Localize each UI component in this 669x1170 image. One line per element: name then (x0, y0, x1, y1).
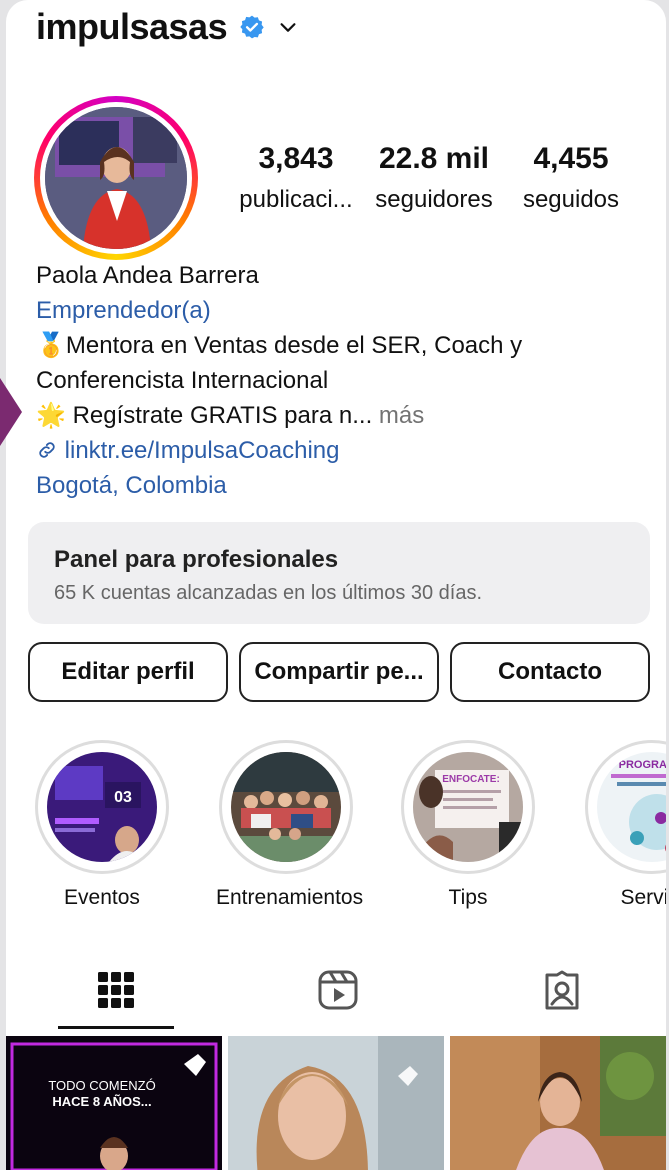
posts-stat[interactable]: 3,843 publicaci... (230, 142, 362, 214)
category-label: Emprendedor(a) (36, 297, 211, 324)
post-thumbnail[interactable]: TODO COMENZÓ HACE 8 AÑOS... (6, 1036, 222, 1170)
panel-subtitle: 65 K cuentas alcanzadas en los últimos 3… (54, 582, 483, 604)
followers-stat[interactable]: 22.8 mil seguidores (362, 142, 506, 214)
highlight-label: Eventos (64, 886, 140, 909)
side-arrow-marker (0, 378, 22, 446)
highlight-servicios[interactable]: PROGRAMAS Servici (582, 740, 666, 910)
professional-dashboard-panel[interactable]: Panel para profesionales 65 K cuentas al… (28, 522, 650, 624)
highlight-cover-eventos: 03 (47, 752, 157, 862)
following-count: 4,455 (533, 142, 609, 175)
highlight-cover-servicios: PROGRAMAS (597, 752, 666, 862)
panel-title: Panel para profesionales (54, 546, 339, 573)
bio-line-2: Conferencista Internacional (36, 367, 329, 394)
location-label[interactable]: Bogotá, Colombia (36, 468, 656, 503)
svg-text:ENFOCATE:: ENFOCATE: (442, 774, 500, 785)
svg-text:03: 03 (114, 789, 132, 806)
sparkle-icon: 🌟 (36, 402, 66, 429)
edit-profile-button[interactable]: Editar perfil (28, 642, 228, 702)
avatar[interactable] (45, 107, 187, 249)
more-link[interactable]: más (379, 402, 424, 429)
profile-stats: 3,843 publicaci... 22.8 mil seguidores 4… (230, 142, 650, 214)
verified-badge-icon (240, 15, 264, 39)
following-stat[interactable]: 4,455 seguidos (506, 142, 636, 214)
tagged-tab[interactable] (532, 960, 592, 1020)
followers-count: 22.8 mil (378, 142, 490, 175)
link-icon (39, 442, 55, 458)
following-label: seguidos (522, 186, 620, 213)
bio-link[interactable]: linktr.ee/ImpulsaCoaching (36, 433, 656, 468)
svg-text:HACE 8 AÑOS...: HACE 8 AÑOS... (52, 1094, 151, 1109)
display-name: Paola Andea Barrera (36, 262, 259, 289)
post-thumbnail[interactable] (228, 1036, 444, 1170)
post-thumbnail[interactable] (450, 1036, 666, 1170)
reels-tab[interactable] (308, 960, 368, 1020)
highlight-label: Servici (620, 886, 666, 909)
posts-grid-tab[interactable] (86, 960, 146, 1020)
highlight-entrenamientos[interactable]: Entrenamientos (216, 740, 364, 910)
highlight-tips[interactable]: ENFOCATE: Tips (398, 740, 538, 910)
grid-icon (98, 972, 134, 1008)
profile-screen: impulsasas 3,843 publicaci... 22.8 mil s… (6, 0, 666, 1170)
profile-header: impulsasas (36, 6, 299, 48)
highlight-label: Entrenamientos (216, 886, 364, 909)
svg-text:PROGRAMAS: PROGRAMAS (619, 759, 666, 771)
highlight-cover-entrenamientos (231, 752, 341, 862)
posts-count: 3,843 (258, 142, 334, 175)
svg-text:TODO COMENZÓ: TODO COMENZÓ (48, 1078, 155, 1093)
medal-icon: 🥇 (36, 332, 66, 359)
highlight-cover-tips: ENFOCATE: (413, 752, 523, 862)
username[interactable]: impulsasas (36, 6, 228, 48)
chevron-down-icon[interactable] (277, 16, 299, 38)
highlight-eventos[interactable]: 03 Eventos (32, 740, 172, 910)
bio-line-3: 🌟 Regístrate GRATIS para n... más (36, 402, 425, 429)
followers-label: seguidores (375, 186, 493, 213)
active-tab-indicator (58, 1026, 174, 1029)
posts-label: publicaci... (239, 186, 353, 213)
highlight-label: Tips (448, 886, 488, 909)
contact-button[interactable]: Contacto (450, 642, 650, 702)
reels-icon (318, 970, 358, 1010)
tagged-icon (545, 970, 579, 1010)
profile-avatar-story-ring[interactable] (34, 96, 198, 260)
bio-line-1: 🥇Mentora en Ventas desde el SER, Coach y (36, 332, 523, 359)
profile-bio: Paola Andea Barrera Emprendedor(a) 🥇Ment… (36, 258, 656, 503)
share-profile-button[interactable]: Compartir pe... (239, 642, 439, 702)
